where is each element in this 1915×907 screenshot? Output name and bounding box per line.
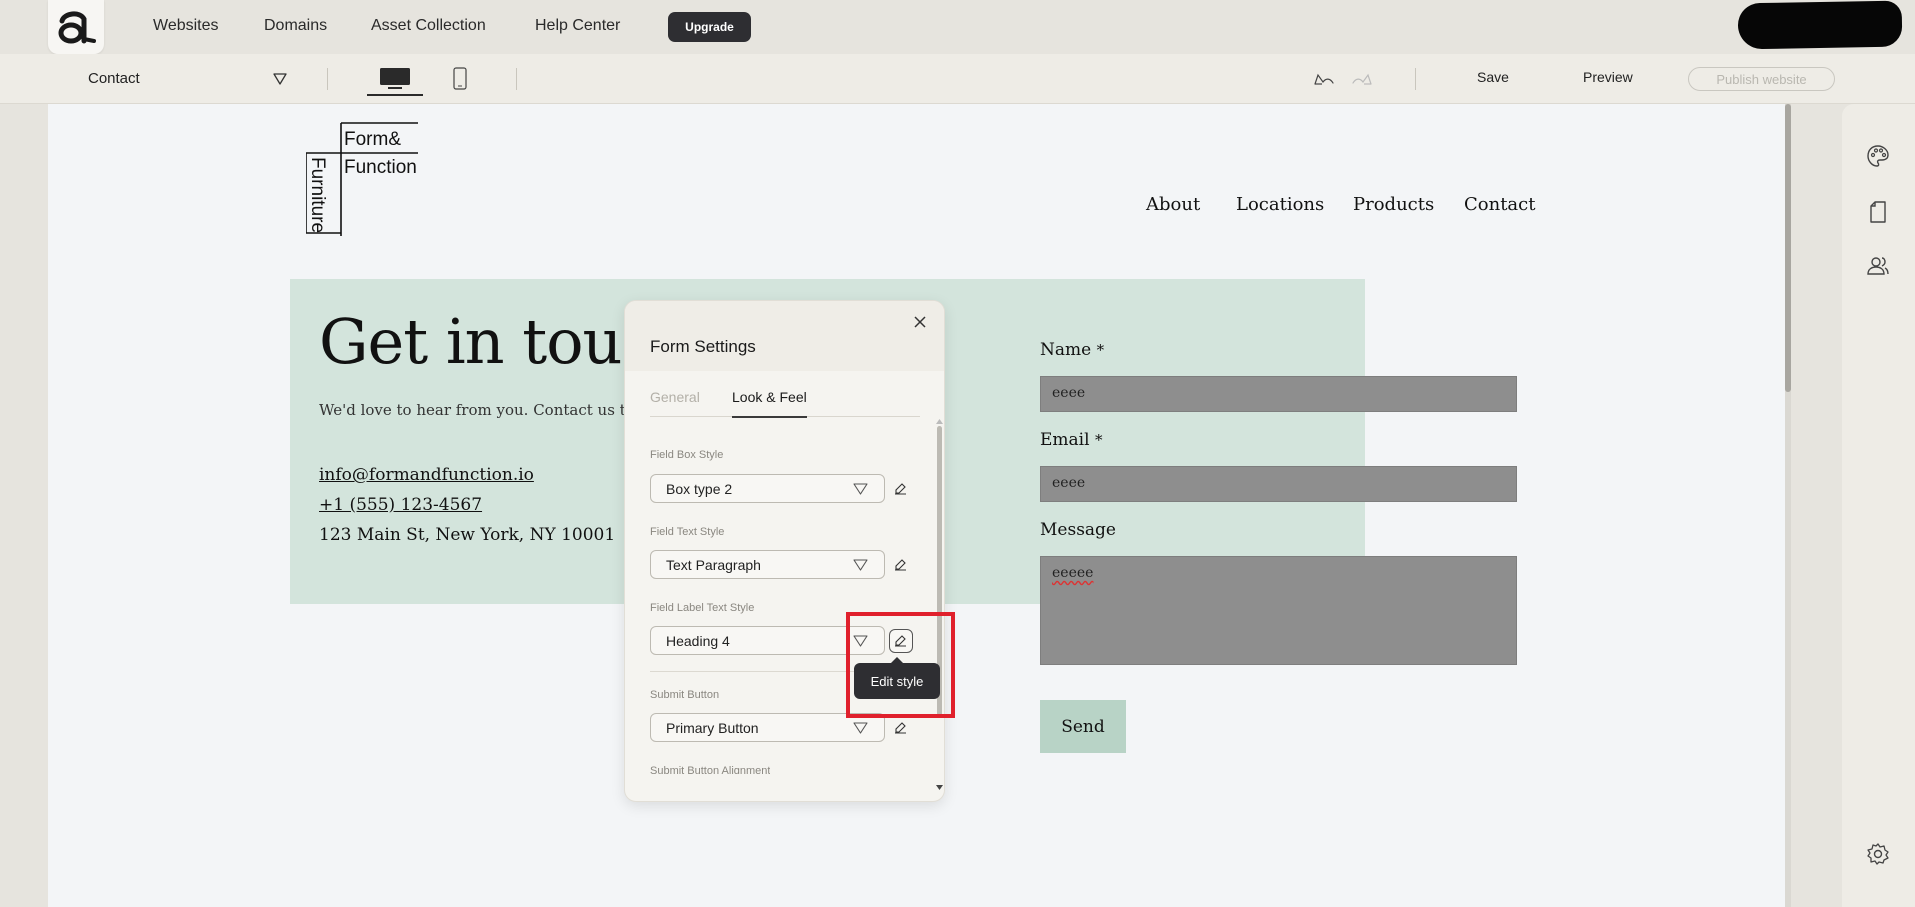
right-sidebar xyxy=(1842,104,1915,907)
field-caption: Field Box Style xyxy=(650,449,724,461)
chevron-down-icon xyxy=(853,483,868,495)
redo-icon[interactable] xyxy=(1350,71,1374,87)
close-icon[interactable] xyxy=(913,315,927,329)
preview-button[interactable]: Preview xyxy=(1583,69,1633,85)
message-textarea[interactable]: eeeee xyxy=(1040,556,1517,665)
nav-websites[interactable]: Websites xyxy=(153,17,219,35)
panel-title: Form Settings xyxy=(650,337,756,356)
mobile-icon xyxy=(453,67,467,90)
required-mark: * xyxy=(1096,341,1105,359)
contact-email-link[interactable]: info@formandfunction.io xyxy=(319,465,534,485)
site-nav-contact[interactable]: Contact xyxy=(1464,194,1535,215)
edit-style-icon[interactable] xyxy=(893,557,908,572)
scroll-down-arrow-icon[interactable] xyxy=(936,785,943,790)
tab-general[interactable]: General xyxy=(650,389,700,405)
palette-icon[interactable] xyxy=(1866,144,1890,168)
app-logo[interactable] xyxy=(48,0,104,54)
chevron-down-icon[interactable] xyxy=(273,73,287,85)
select-value: Box type 2 xyxy=(666,481,733,497)
contact-phone-link[interactable]: +1 (555) 123-4567 xyxy=(319,495,482,515)
brand-line-2: Function xyxy=(344,157,417,178)
panel-scrollbar[interactable] xyxy=(937,426,942,792)
email-input-value: eeee xyxy=(1052,475,1086,491)
toolbar-divider xyxy=(516,68,517,90)
editor-toolbar: Contact Save Preview Publish website xyxy=(0,54,1915,104)
panel-header xyxy=(625,301,944,371)
edit-style-icon[interactable] xyxy=(893,720,908,735)
message-textarea-value: eeeee xyxy=(1052,565,1094,581)
email-label: Email * xyxy=(1040,430,1102,450)
desktop-icon xyxy=(380,68,410,89)
redacted-account-area[interactable] xyxy=(1737,0,1903,50)
brand-vertical: Furniture xyxy=(307,157,328,233)
field-caption: Field Text Style xyxy=(650,526,725,538)
field-caption: Field Label Text Style xyxy=(650,602,755,614)
name-input[interactable]: eeee xyxy=(1040,376,1517,412)
email-input[interactable]: eeee xyxy=(1040,466,1517,502)
nav-help-center[interactable]: Help Center xyxy=(535,17,620,35)
edit-style-icon[interactable] xyxy=(893,481,908,496)
select-value: Heading 4 xyxy=(666,633,730,649)
message-label: Message xyxy=(1040,520,1116,540)
toolbar-divider xyxy=(327,68,328,90)
chevron-down-icon xyxy=(853,559,868,571)
contact-address: 123 Main St, New York, NY 10001 xyxy=(319,525,616,545)
canvas-scroll-thumb[interactable] xyxy=(1785,104,1791,392)
undo-icon[interactable] xyxy=(1312,71,1336,87)
scroll-up-arrow-icon[interactable] xyxy=(936,419,943,424)
field-caption: Submit Button Alignment xyxy=(650,765,771,774)
name-input-value: eeee xyxy=(1052,385,1086,401)
highlight-box xyxy=(846,612,955,718)
form-settings-panel[interactable]: Form Settings General Look & Feel Field … xyxy=(624,300,945,802)
email-label-text: Email xyxy=(1040,430,1090,450)
upgrade-button[interactable]: Upgrade xyxy=(668,12,751,42)
name-label: Name * xyxy=(1040,340,1104,360)
field-caption: Submit Button xyxy=(650,689,720,701)
page-selector[interactable]: Contact xyxy=(88,70,140,87)
panel-tabs: General Look & Feel xyxy=(650,379,920,418)
name-label-text: Name xyxy=(1040,340,1092,360)
select-value: Primary Button xyxy=(666,720,759,736)
app-logo-icon xyxy=(58,11,96,44)
brand-line-1: Form& xyxy=(344,129,401,150)
required-mark: * xyxy=(1094,431,1103,449)
users-icon[interactable] xyxy=(1866,254,1890,278)
save-button[interactable]: Save xyxy=(1477,69,1509,85)
site-nav-products[interactable]: Products xyxy=(1353,194,1434,215)
site-brand-logo[interactable]: Form& Function Furniture xyxy=(306,121,426,236)
select-value: Text Paragraph xyxy=(666,557,761,573)
nav-domains[interactable]: Domains xyxy=(264,17,327,35)
publish-website-button[interactable]: Publish website xyxy=(1688,67,1835,91)
nav-asset-collection[interactable]: Asset Collection xyxy=(371,17,486,35)
page-icon[interactable] xyxy=(1866,200,1890,224)
mobile-view-button[interactable] xyxy=(448,62,472,96)
field-text-style-select[interactable]: Text Paragraph xyxy=(650,550,885,579)
gear-icon[interactable] xyxy=(1866,842,1890,866)
hero-subtitle: We'd love to hear from you. Contact us t… xyxy=(319,401,662,419)
site-nav-about[interactable]: About xyxy=(1146,194,1200,215)
field-box-style-select[interactable]: Box type 2 xyxy=(650,474,885,503)
desktop-view-button[interactable] xyxy=(367,62,423,96)
send-button[interactable]: Send xyxy=(1040,700,1126,753)
toolbar-divider xyxy=(1415,68,1416,90)
site-nav-locations[interactable]: Locations xyxy=(1236,194,1324,215)
tab-look-and-feel[interactable]: Look & Feel xyxy=(732,389,807,418)
chevron-down-icon xyxy=(853,722,868,734)
top-navigation-bar: Websites Domains Asset Collection Help C… xyxy=(0,0,1915,54)
